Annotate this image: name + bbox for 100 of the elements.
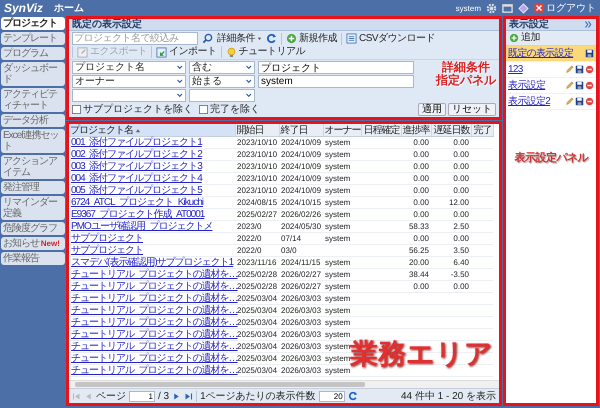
toolbar-button[interactable]: CSVダウンロード	[341, 32, 436, 44]
project-link[interactable]: チュートリアル_プロジェクトの遺材を…	[71, 329, 238, 340]
checkbox-label[interactable]: サブプロジェクトを除く	[72, 104, 193, 115]
project-link[interactable]: チュートリアル_プロジェクトの遺材を…	[71, 293, 238, 304]
table-cell: 2026/03/03	[279, 292, 323, 304]
column-header[interactable]: 日程確定	[361, 124, 401, 136]
logout-link[interactable]: ログアウト	[534, 1, 596, 15]
minus-circle-icon[interactable]	[585, 97, 594, 106]
project-link[interactable]: サブプロジェクト	[71, 245, 143, 256]
table-cell: 2023/10/10	[235, 148, 279, 160]
project-link[interactable]: チュートリアル_プロジェクトの遺材を…	[71, 353, 238, 364]
toolbar-button[interactable]: インポート	[151, 46, 216, 58]
project-link[interactable]: 005_添付ファイルプロジェクト5	[71, 185, 202, 196]
project-link[interactable]: チュートリアル_プロジェクトの遺材を…	[71, 341, 238, 352]
project-link[interactable]: チュートリアル_プロジェクトの遺材を…	[71, 281, 238, 292]
page-field[interactable]: 1	[129, 390, 155, 402]
table-cell: 2024/05/30	[279, 220, 323, 232]
view-setting-link[interactable]: 表示設定	[508, 80, 546, 91]
nav-item[interactable]: 発注管理	[1, 181, 65, 194]
nav-item[interactable]: 作業報告	[1, 252, 65, 265]
view-setting-link[interactable]: 既定の表示設定	[508, 48, 574, 59]
project-link[interactable]: PMOユーザ確認用_プロジェクトメ	[71, 221, 212, 232]
gear-icon[interactable]	[486, 2, 497, 14]
column-header[interactable]: 遅延日数	[431, 124, 471, 136]
checkbox[interactable]	[199, 105, 208, 114]
minus-circle-icon[interactable]	[585, 81, 594, 90]
project-link[interactable]: 6724_ATCL_プロジェクト_Kikuchi	[71, 197, 203, 208]
dropdown[interactable]: プロジェクト名	[72, 61, 186, 74]
view-setting-item[interactable]: 表示設定	[506, 78, 596, 94]
form-button[interactable]: 適用	[418, 103, 446, 116]
annotation-label: 詳細条件 指定パネル	[436, 61, 496, 87]
search-icon[interactable]	[202, 33, 213, 44]
nav-item[interactable]: お知らせ New!	[1, 237, 65, 250]
project-link[interactable]: チュートリアル_プロジェクトの遺材を…	[71, 317, 238, 328]
project-link[interactable]: E9367_プロジェクト作成_AT0001	[71, 209, 204, 220]
nav-item[interactable]: データ分析	[1, 114, 65, 127]
table-cell: 2024/10/09	[279, 184, 323, 196]
toolbar-button[interactable]: チュートリアル	[220, 46, 305, 58]
horizontal-scrollbar[interactable]	[69, 380, 499, 388]
view-setting-link[interactable]: 表示設定2	[508, 96, 550, 107]
last-page-icon[interactable]	[184, 392, 194, 400]
table-cell: 2026/03/03	[279, 328, 323, 340]
table-cell: 2026/03/03	[279, 352, 323, 364]
nav-item[interactable]: プログラム	[1, 47, 65, 60]
column-header[interactable]: プロジェクト名	[69, 124, 235, 136]
collapse-icon[interactable]	[584, 20, 593, 29]
sort-ascending-icon	[135, 126, 141, 132]
minus-circle-icon[interactable]	[585, 65, 594, 74]
column-header[interactable]: 終了日	[279, 124, 323, 136]
table-cell: system	[323, 184, 361, 196]
next-page-icon[interactable]	[172, 392, 182, 400]
project-link[interactable]: サブプロジェクト	[71, 233, 143, 244]
project-link[interactable]: スマデバ(表示確認用)サブプロジェクト1	[71, 257, 234, 268]
table-cell: 2023/10/10	[235, 160, 279, 172]
column-header[interactable]: 進捗率	[401, 124, 431, 136]
dropdown[interactable]: オーナー	[72, 75, 186, 88]
project-link[interactable]: チュートリアル_プロジェクトの遺材を…	[71, 305, 238, 316]
nav-item[interactable]: アクティビティチャート	[1, 88, 65, 112]
filter-menu-button[interactable]: 詳細条件	[217, 32, 262, 44]
view-setting-item[interactable]: 表示設定2	[506, 94, 596, 110]
view-setting-item[interactable]: 既定の表示設定	[506, 46, 596, 62]
nav-item[interactable]: 危険度グラフ	[1, 222, 65, 235]
checkbox[interactable]	[72, 105, 81, 114]
column-header[interactable]: 開始日	[235, 124, 279, 136]
view-setting-item[interactable]: 123	[506, 62, 596, 78]
table-cell: 2025/02/28	[235, 268, 279, 280]
nav-item[interactable]: プロジェクト	[1, 17, 65, 30]
column-header[interactable]: 完了	[471, 124, 493, 136]
project-link[interactable]: チュートリアル_プロジェクトの遺材を…	[71, 365, 238, 376]
table-cell: 2024/10/09	[279, 160, 323, 172]
dropdown[interactable]: 含む	[189, 61, 255, 74]
dropdown[interactable]: 始まる	[189, 75, 255, 88]
project-link[interactable]: チュートリアル_プロジェクトの遺材を…	[71, 269, 238, 280]
view-setting-link[interactable]: 123	[508, 64, 523, 75]
table-cell: 56.25	[401, 244, 431, 256]
window-icon[interactable]	[502, 2, 513, 14]
nav-item[interactable]: テンプレート	[1, 32, 65, 45]
form-button[interactable]: リセット	[448, 103, 496, 116]
project-link[interactable]: 002_添付ファイルプロジェクト2	[71, 149, 202, 160]
table-cell: system	[323, 220, 361, 232]
refresh-icon[interactable]	[266, 33, 277, 44]
page-size-field[interactable]: 20	[318, 390, 345, 402]
nav-item[interactable]: アクションアイテム	[1, 155, 65, 179]
nav-item[interactable]: Excel連携セット	[1, 129, 65, 153]
project-link[interactable]: 003_添付ファイルプロジェクト3	[71, 161, 202, 172]
refresh-icon[interactable]	[348, 391, 358, 401]
project-link[interactable]: 001_添付ファイルプロジェクト1	[71, 137, 202, 148]
diamond-icon[interactable]	[518, 2, 529, 14]
spreadsheet-icon	[346, 33, 357, 44]
checkbox-label[interactable]: 完了を除く	[199, 104, 260, 115]
nav-item[interactable]: リマインダー定義	[1, 196, 65, 220]
column-header[interactable]: オーナー	[323, 124, 361, 136]
project-link[interactable]: 004_添付ファイルプロジェクト4	[71, 173, 202, 184]
text-field[interactable]: プロジェクト	[258, 61, 414, 74]
toolbar-button[interactable]: 新規作成	[281, 32, 337, 44]
nav-item[interactable]: ダッシュボード	[1, 62, 65, 86]
home-link[interactable]: ホーム	[54, 1, 84, 15]
text-field[interactable]: system	[258, 75, 414, 88]
app-logo[interactable]: SynViz	[4, 1, 43, 15]
table-cell: 38.44	[401, 268, 431, 280]
